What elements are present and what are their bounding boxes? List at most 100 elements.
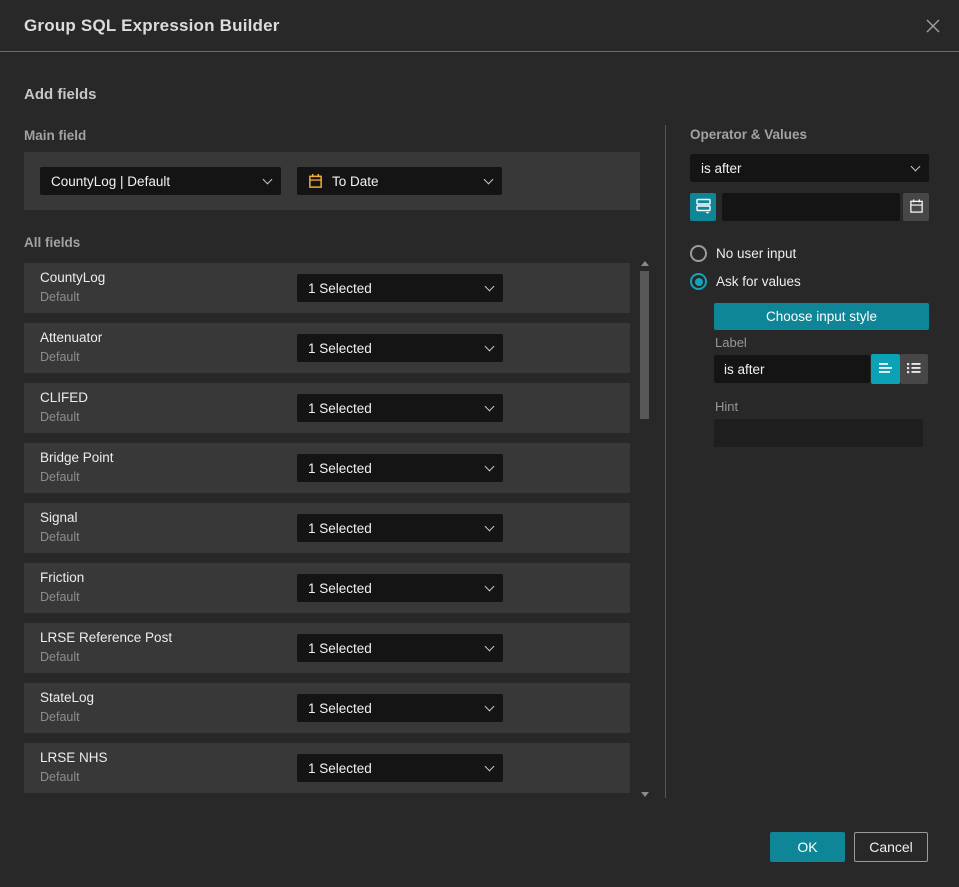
dialog-title: Group SQL Expression Builder [24,15,280,35]
label-style-list-button[interactable] [900,354,928,384]
main-field-panel: CountyLog | Default To Date [24,152,640,210]
operator-values-label: Operator & Values [690,127,808,142]
value-input[interactable] [722,193,900,221]
dialog-header: Group SQL Expression Builder [0,0,959,52]
chevron-down-icon [484,401,495,411]
chevron-down-icon [484,581,495,591]
calendar-icon [909,198,924,217]
field-type-dropdown[interactable]: To Date [297,167,502,195]
field-name: LRSE Reference Post [40,630,173,645]
chevron-down-icon [484,521,495,531]
operator-dropdown-value: is after [701,160,742,176]
field-selection-value: 1 Selected [308,340,372,356]
stacked-values-icon [695,197,712,217]
field-selection-dropdown[interactable]: 1 Selected [297,634,503,662]
field-name: CLIFED [40,390,89,405]
label-input[interactable] [714,355,870,383]
value-source-button[interactable] [690,193,716,221]
field-subtitle: Default [40,770,80,784]
chevron-down-icon [484,701,495,711]
main-field-dropdown[interactable]: CountyLog | Default [40,167,281,195]
label-style-single-button[interactable] [871,354,900,384]
field-selection-dropdown[interactable]: 1 Selected [297,694,503,722]
hint-input[interactable] [714,419,923,447]
chevron-down-icon [484,641,495,651]
align-left-icon [878,361,894,378]
field-selection-dropdown[interactable]: 1 Selected [297,334,503,362]
field-subtitle: Default [40,410,80,424]
field-selection-value: 1 Selected [308,280,372,296]
field-name: Attenuator [40,330,103,345]
main-field-label: Main field [24,128,87,143]
radio-label: Ask for values [716,274,801,289]
main-field-dropdown-value: CountyLog | Default [51,173,171,189]
field-selection-dropdown[interactable]: 1 Selected [297,394,503,422]
field-row: CLIFED Default 1 Selected [24,383,630,433]
field-selection-value: 1 Selected [308,400,372,416]
label-field-label: Label [715,335,747,350]
bulleted-list-icon [906,361,922,378]
field-row: LRSE NHS Default 1 Selected [24,743,630,793]
chevron-down-icon [484,341,495,351]
radio-no-user-input[interactable]: No user input [690,245,796,262]
field-row: CountyLog Default 1 Selected [24,263,630,313]
field-selection-value: 1 Selected [308,460,372,476]
close-icon[interactable] [921,14,945,38]
add-fields-heading: Add fields [24,86,97,103]
field-subtitle: Default [40,710,80,724]
field-row: StateLog Default 1 Selected [24,683,630,733]
chevron-down-icon [483,174,494,184]
cancel-button[interactable]: Cancel [854,832,928,862]
fields-scrollbar[interactable] [638,259,652,799]
ok-button[interactable]: OK [770,832,845,862]
field-subtitle: Default [40,530,80,544]
radio-ask-for-values[interactable]: Ask for values [690,273,801,290]
field-name: Signal [40,510,78,525]
scroll-up-icon[interactable] [641,261,649,266]
field-type-dropdown-value: To Date [332,173,379,189]
radio-selected-icon[interactable] [690,273,707,290]
field-subtitle: Default [40,470,80,484]
field-selection-value: 1 Selected [308,580,372,596]
all-fields-label: All fields [24,235,81,250]
operator-dropdown[interactable]: is after [690,154,929,182]
field-selection-dropdown[interactable]: 1 Selected [297,454,503,482]
date-picker-button[interactable] [903,193,929,221]
chevron-down-icon [262,174,273,184]
field-selection-value: 1 Selected [308,760,372,776]
field-subtitle: Default [40,650,80,664]
field-name: Bridge Point [40,450,114,465]
field-name: LRSE NHS [40,750,108,765]
choose-input-style-button[interactable]: Choose input style [714,303,929,330]
field-selection-dropdown[interactable]: 1 Selected [297,574,503,602]
field-row: Bridge Point Default 1 Selected [24,443,630,493]
field-name: CountyLog [40,270,106,285]
panel-divider [665,125,666,798]
hint-field-label: Hint [715,399,739,414]
field-subtitle: Default [40,290,80,304]
field-row: Attenuator Default 1 Selected [24,323,630,373]
chevron-down-icon [910,161,921,171]
group-sql-expression-builder-dialog: Group SQL Expression Builder Add fields … [0,0,959,887]
field-selection-value: 1 Selected [308,520,372,536]
chevron-down-icon [484,281,495,291]
radio-label: No user input [716,246,797,261]
scroll-down-icon[interactable] [641,792,649,797]
scrollbar-thumb[interactable] [640,271,649,419]
field-row: LRSE Reference Post Default 1 Selected [24,623,630,673]
calendar-icon [308,173,323,189]
chevron-down-icon [484,761,495,771]
field-selection-dropdown[interactable]: 1 Selected [297,274,503,302]
field-selection-dropdown[interactable]: 1 Selected [297,754,503,782]
field-selection-value: 1 Selected [308,700,372,716]
field-name: StateLog [40,690,95,705]
field-selection-value: 1 Selected [308,640,372,656]
chevron-down-icon [484,461,495,471]
field-selection-dropdown[interactable]: 1 Selected [297,514,503,542]
field-row: Friction Default 1 Selected [24,563,630,613]
field-subtitle: Default [40,590,80,604]
field-row: Signal Default 1 Selected [24,503,630,553]
field-name: Friction [40,570,85,585]
field-subtitle: Default [40,350,80,364]
radio-circle-icon[interactable] [690,245,707,262]
